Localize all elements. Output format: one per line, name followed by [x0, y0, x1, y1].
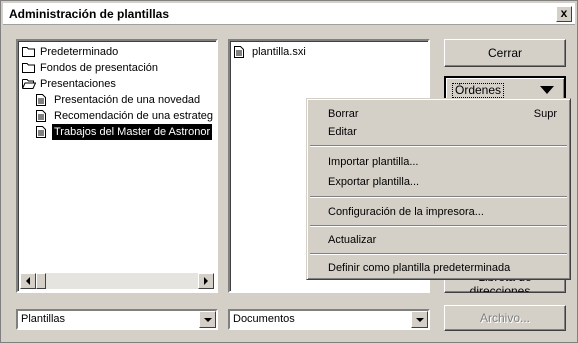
close-window-button[interactable]: x [556, 6, 572, 22]
region-select-left[interactable]: Plantillas [16, 309, 218, 330]
menu-separator [310, 145, 567, 147]
folder-icon [22, 63, 35, 73]
chevron-down-icon [416, 318, 424, 322]
title-bar: Administración de plantillas x [3, 3, 575, 25]
menu-item-delete[interactable]: Borrar Supr [310, 105, 567, 123]
folder-icon [22, 47, 35, 57]
scroll-left-button[interactable] [20, 273, 36, 289]
scrollbar-thumb[interactable] [36, 273, 46, 289]
template-tree[interactable]: Predeterminado Fondos de presentación Pr… [16, 39, 218, 293]
tree-item-label: Trabajos del Master de Astronor [52, 124, 213, 140]
document-icon [36, 94, 46, 106]
menu-item-refresh[interactable]: Actualizar [310, 231, 567, 249]
region-select-right[interactable]: Documentos [228, 309, 430, 330]
scroll-right-button[interactable] [198, 273, 214, 289]
open-folder-icon [22, 79, 36, 89]
menu-separator [310, 225, 567, 227]
tree-item-label: Fondos de presentación [40, 62, 159, 74]
menu-item-label: Borrar [328, 108, 359, 120]
chevron-down-icon [204, 318, 212, 322]
window-title: Administración de plantillas [9, 7, 170, 21]
menu-item-label: Editar [328, 126, 357, 138]
close-button[interactable]: Cerrar [444, 39, 566, 67]
menu-item-set-default-template[interactable]: Definir como plantilla predeterminada [310, 259, 567, 277]
tree-item-label: Predeterminado [40, 46, 119, 58]
document-icon [234, 46, 244, 58]
menu-item-label: Actualizar [328, 234, 377, 246]
horizontal-scrollbar[interactable] [20, 273, 214, 289]
arrow-left-icon [26, 277, 30, 285]
menu-item-import-template[interactable]: Importar plantilla... [310, 153, 567, 171]
orders-context-menu: Borrar Supr Editar Importar plantilla...… [306, 98, 571, 280]
tree-item-label: Recomendación de una estrateg [54, 110, 213, 122]
menu-item-label: Configuración de la impresora... [328, 206, 484, 218]
menu-item-label: Importar plantilla... [328, 156, 419, 168]
menu-separator [310, 196, 567, 198]
select-value: Documentos [233, 313, 295, 325]
tree-item-label: Presentaciones [40, 78, 116, 90]
menu-item-label: Definir como plantilla predeterminada [328, 262, 511, 274]
dropdown-button[interactable] [199, 311, 216, 328]
template-manager-dialog: Administración de plantillas x Predeterm… [0, 0, 578, 343]
menu-separator [310, 253, 567, 255]
menu-item-label: Exportar plantilla... [328, 176, 420, 188]
document-icon [36, 110, 46, 122]
menu-item-edit[interactable]: Editar [310, 123, 567, 141]
document-icon [36, 126, 46, 138]
menu-item-export-template[interactable]: Exportar plantilla... [310, 173, 567, 191]
list-item-label: plantilla.sxi [252, 46, 306, 58]
orders-label: Órdenes [452, 83, 505, 98]
dropdown-button[interactable] [411, 311, 428, 328]
triangle-down-icon [540, 86, 554, 94]
select-value: Plantillas [21, 313, 66, 325]
tree-item-label: Presentación de una novedad [54, 94, 201, 106]
archive-button: Archivo... [444, 305, 566, 331]
arrow-right-icon [204, 277, 208, 285]
menu-item-printer-settings[interactable]: Configuración de la impresora... [310, 203, 567, 221]
menu-item-shortcut: Supr [533, 108, 557, 120]
